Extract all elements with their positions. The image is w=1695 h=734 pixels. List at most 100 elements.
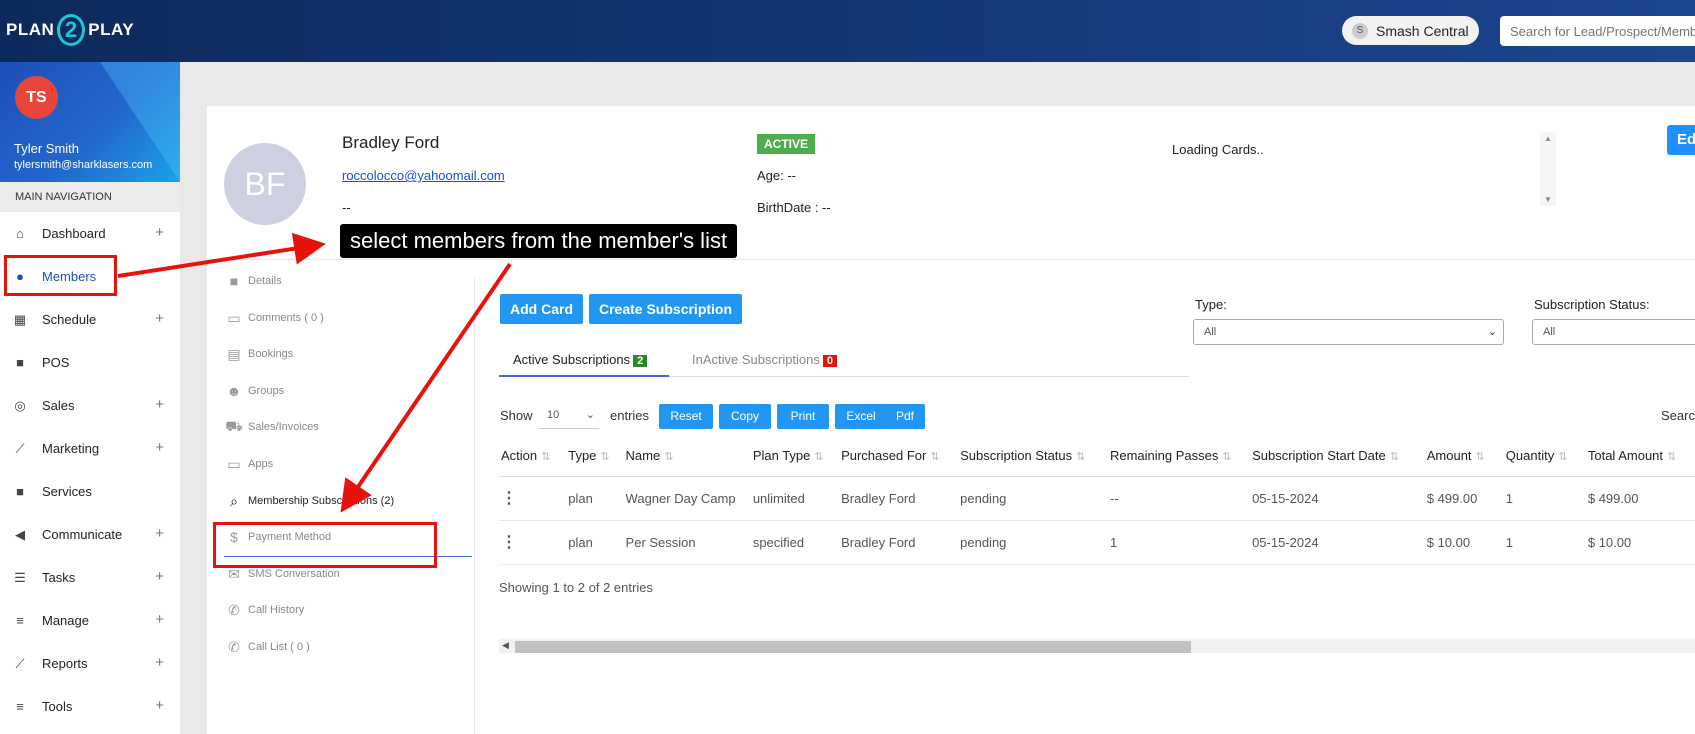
subnav-item-bookings[interactable]: ▤ Bookings <box>224 343 293 365</box>
phone-icon: ✆ <box>228 638 240 655</box>
expand-plus-icon[interactable]: + <box>155 525 164 542</box>
subnav-item-details[interactable]: ■ Details <box>224 270 282 292</box>
column-header-remaining-passes[interactable]: Remaining Passes ⇅ <box>1107 436 1251 477</box>
sidebar-item-manage[interactable]: ≡ Manage + <box>0 599 180 642</box>
subnav-item-comments[interactable]: ▭ Comments ( 0 ) <box>224 307 323 329</box>
pdf-button[interactable]: Pdf <box>885 404 925 429</box>
tab-active-subscriptions[interactable]: Active Subscriptions 2 <box>513 352 648 367</box>
sidebar-item-dashboard[interactable]: ⌂ Dashboard + <box>0 212 180 255</box>
column-header-purchased-for[interactable]: Purchased For ⇅ <box>839 436 959 477</box>
horizontal-scrollbar[interactable]: ◀ <box>499 639 1695 653</box>
row-actions-menu-icon[interactable]: ⋮ <box>499 476 567 521</box>
expand-plus-icon[interactable]: + <box>155 697 164 714</box>
sidebar-item-reports[interactable]: ⟋ Reports + <box>0 642 180 685</box>
subnav-item-membership-subscriptions[interactable]: ⌕ Membership Subscriptions (2) <box>224 490 394 512</box>
comment-icon: ▭ <box>227 309 241 326</box>
entries-length-select[interactable]: 10 ⌄ <box>539 403 599 429</box>
sidebar-item-label: Tools <box>42 699 73 714</box>
sidebar-item-label: Schedule <box>42 312 97 327</box>
table-cell: $ 499.00 <box>1585 476 1695 521</box>
sidebar-item-label: Services <box>42 484 92 499</box>
column-header-amount[interactable]: Amount ⇅ <box>1424 436 1504 477</box>
subnav-item-label: Apps <box>248 458 274 470</box>
sidebar-item-pos[interactable]: ■ POS <box>0 341 180 384</box>
sort-icon: ⇅ <box>814 451 824 464</box>
column-header-plan-type[interactable]: Plan Type ⇅ <box>750 436 840 477</box>
table-search-label: Search: <box>1661 408 1695 423</box>
copy-button[interactable]: Copy <box>719 404 771 429</box>
global-search-input[interactable] <box>1500 16 1695 46</box>
scrollbar-thumb[interactable] <box>515 641 1191 653</box>
sidebar-item-sales[interactable]: ◎ Sales + <box>0 384 180 427</box>
column-header-type[interactable]: Type ⇅ <box>566 436 624 477</box>
cart-icon: ⛟ <box>225 417 243 434</box>
trend-icon: ⟋ <box>15 655 25 671</box>
table-cell: pending <box>958 520 1108 565</box>
column-header-total-amount[interactable]: Total Amount ⇅ <box>1585 436 1695 477</box>
table-cell: 1 <box>1107 520 1251 565</box>
expand-plus-icon[interactable]: + <box>155 568 164 585</box>
sidebar-item-tasks[interactable]: ☰ Tasks + <box>0 556 180 599</box>
member-email-link[interactable]: roccolocco@yahoomail.com <box>342 168 505 183</box>
column-header-quantity[interactable]: Quantity ⇅ <box>1503 436 1586 477</box>
location-label: Smash Central <box>1376 22 1469 39</box>
annotation-tooltip: select members from the member's list <box>340 224 738 258</box>
table-row: ⋮ plan Per Session specified Bradley Ford pen… <box>499 520 1695 565</box>
sort-icon: ⇅ <box>1475 451 1485 464</box>
column-header-subscription-start-date[interactable]: Subscription Start Date ⇅ <box>1250 436 1425 477</box>
add-card-button[interactable]: Add Card <box>500 294 583 324</box>
subscriptions-table: Action ⇅ Type ⇅ Name ⇅ Plan Type ⇅ Purchased For… <box>499 436 1695 565</box>
expand-plus-icon[interactable]: + <box>155 396 164 413</box>
subnav-item-call-history[interactable]: ✆ Call History <box>224 599 304 621</box>
create-subscription-button[interactable]: Create Subscription <box>589 294 743 324</box>
user-card: TS Tyler Smith tylersmith@sharklasers.co… <box>0 62 180 182</box>
subnav-item-call-list[interactable]: ✆ Call List ( 0 ) <box>224 636 310 658</box>
sidebar-item-label: Sales <box>42 398 75 413</box>
sidebar-item-services[interactable]: ■ Services <box>0 470 180 513</box>
sidebar: TS Tyler Smith tylersmith@sharklasers.co… <box>0 62 180 734</box>
member-birthdate: BirthDate : -- <box>757 200 831 215</box>
expand-plus-icon[interactable]: + <box>155 310 164 327</box>
excel-button[interactable]: Excel <box>835 404 887 429</box>
sort-icon: ⇅ <box>1667 451 1677 464</box>
subnav-item-sales-invoices[interactable]: ⛟ Sales/Invoices <box>224 416 319 438</box>
location-selector[interactable]: S Smash Central <box>1342 16 1479 45</box>
home-icon: ⌂ <box>16 226 24 241</box>
scroll-down-icon[interactable]: ▼ <box>1544 195 1552 204</box>
status-filter-select[interactable]: All <box>1532 319 1695 345</box>
expand-plus-icon[interactable]: + <box>155 439 164 456</box>
sidebar-item-label: Marketing <box>42 441 100 456</box>
avatar[interactable]: TS <box>15 76 58 119</box>
sidebar-item-schedule[interactable]: ▦ Schedule + <box>0 298 180 341</box>
column-header-subscription-status[interactable]: Subscription Status ⇅ <box>958 436 1108 477</box>
expand-plus-icon[interactable]: + <box>155 224 164 241</box>
print-button[interactable]: Print <box>777 404 829 429</box>
sort-icon: ⇅ <box>664 451 674 464</box>
column-header-action[interactable]: Action ⇅ <box>499 436 567 477</box>
row-actions-menu-icon[interactable]: ⋮ <box>499 520 567 565</box>
briefcase-icon: ■ <box>16 355 24 370</box>
reset-button[interactable]: Reset <box>659 404 713 429</box>
sidebar-item-tools[interactable]: ≡ Tools + <box>0 685 180 728</box>
table-cell: Bradley Ford <box>839 476 959 521</box>
subnav-item-groups[interactable]: ☻ Groups <box>224 380 284 402</box>
megaphone-icon: ◀ <box>15 526 25 542</box>
member-phone: -- <box>342 200 351 215</box>
members-highlight-box <box>4 255 117 296</box>
sidebar-item-marketing[interactable]: ⟋ Marketing + <box>0 427 180 470</box>
column-header-name[interactable]: Name ⇅ <box>623 436 751 477</box>
type-filter-select[interactable]: All ⌄ <box>1193 319 1504 345</box>
sort-icon: ⇅ <box>600 451 610 464</box>
expand-plus-icon[interactable]: + <box>155 654 164 671</box>
cards-scrollbar[interactable]: ▲ ▼ <box>1540 132 1556 206</box>
id-card-icon: ▤ <box>227 345 241 362</box>
scroll-up-icon[interactable]: ▲ <box>1544 134 1552 143</box>
expand-plus-icon[interactable]: + <box>155 611 164 628</box>
location-icon: S <box>1352 22 1368 39</box>
subnav-item-apps[interactable]: ▭ Apps <box>224 453 273 475</box>
app-logo[interactable]: PLAN 2 PLAY <box>6 14 134 46</box>
tab-inactive-subscriptions[interactable]: InActive Subscriptions 0 <box>692 352 838 367</box>
user-email: tylersmith@sharklasers.com <box>14 159 153 171</box>
edit-button[interactable]: Ed <box>1667 125 1695 155</box>
sidebar-item-communicate[interactable]: ◀ Communicate + <box>0 513 180 556</box>
